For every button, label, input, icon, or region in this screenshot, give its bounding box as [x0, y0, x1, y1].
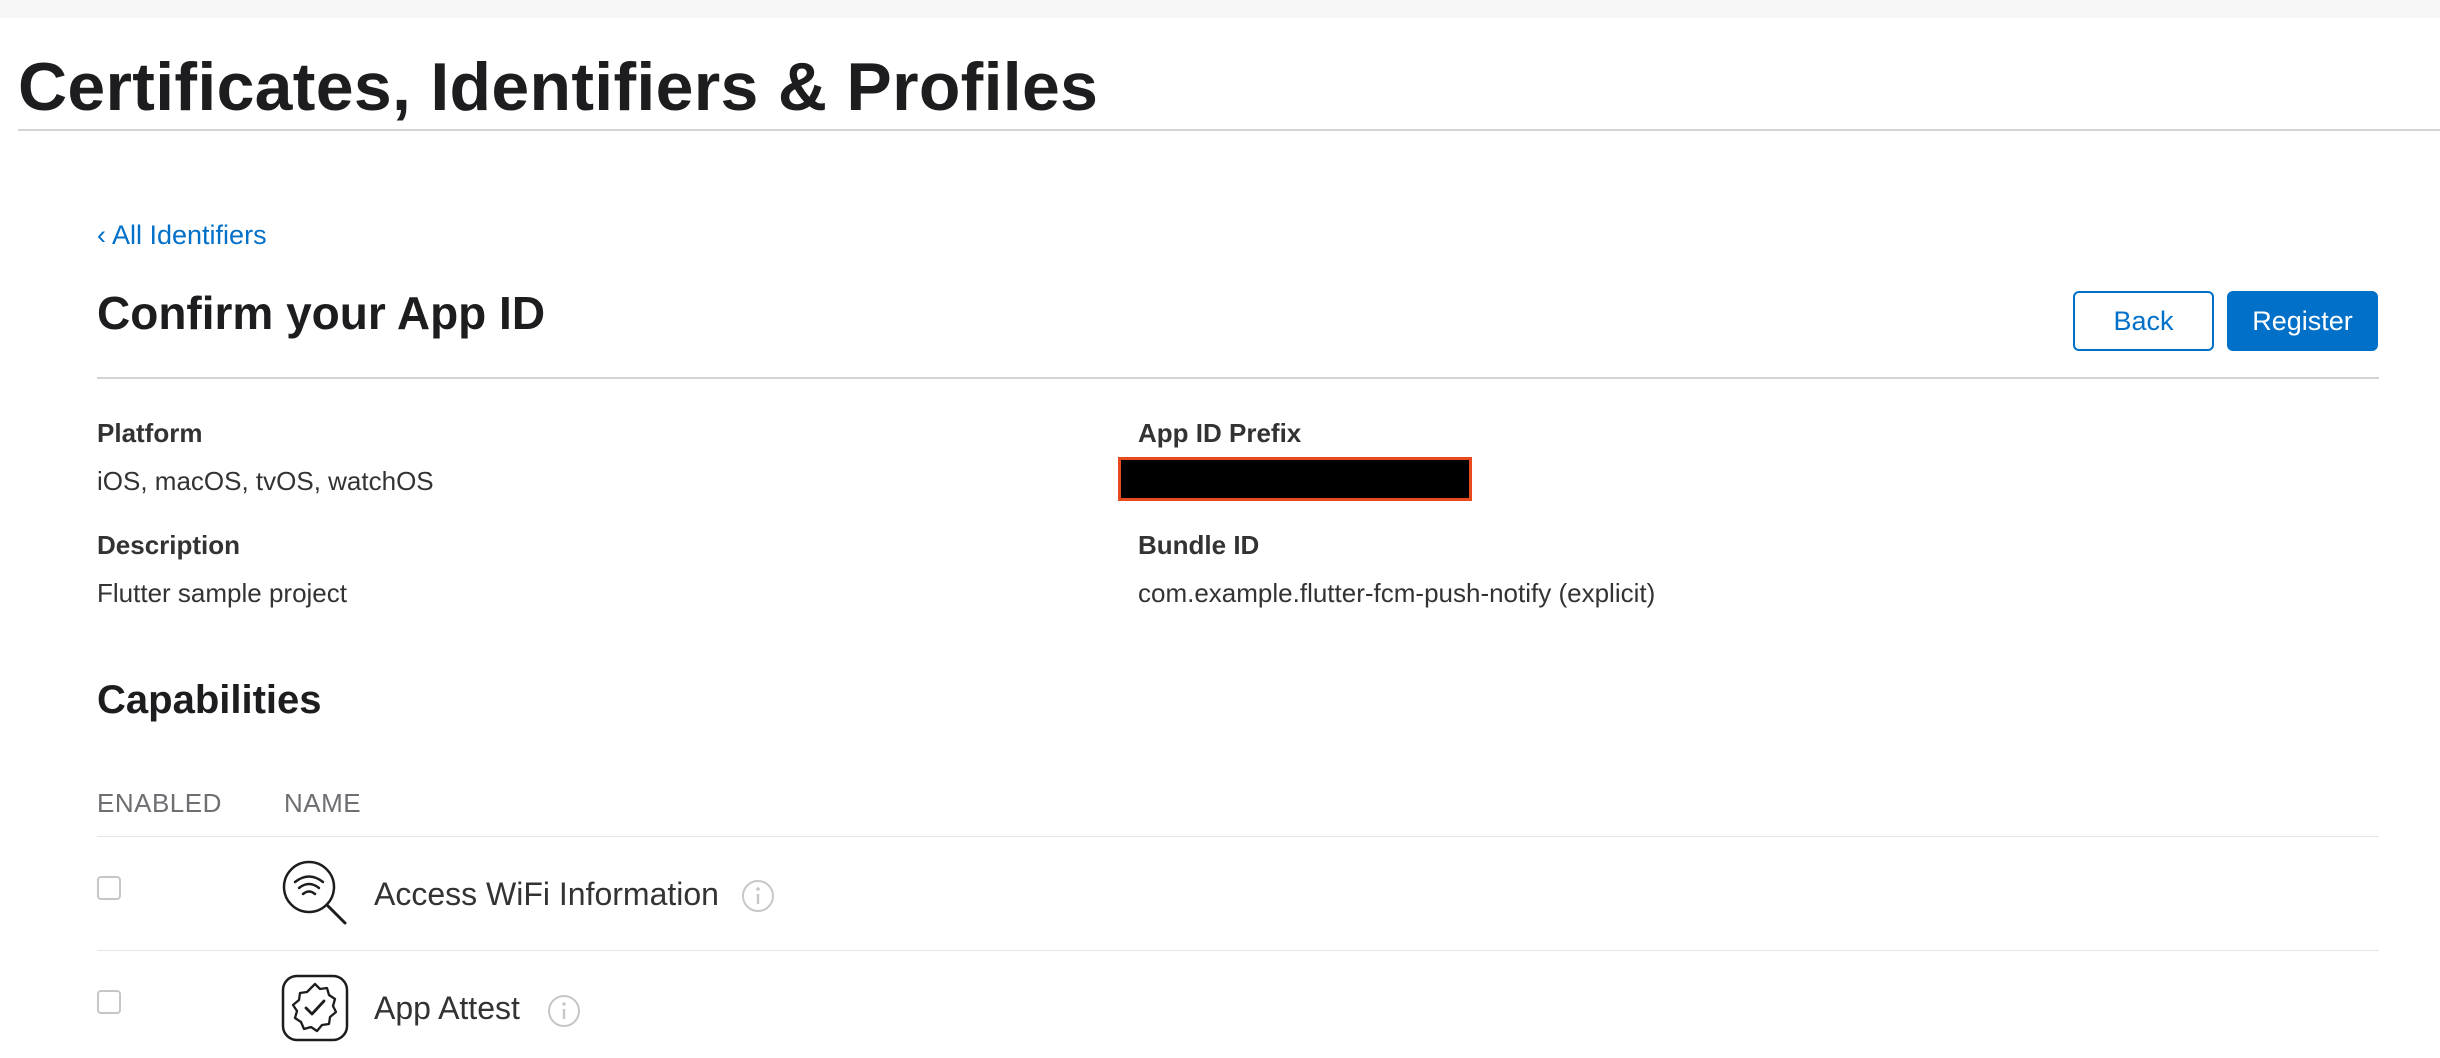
platform-value: iOS, macOS, tvOS, watchOS — [97, 466, 434, 496]
platform-label: Platform — [97, 418, 203, 448]
app-attest-checkbox[interactable] — [97, 990, 121, 1014]
info-icon[interactable] — [547, 994, 581, 1028]
enabled-column-header: ENABLED — [97, 788, 222, 818]
app-attest-name: App Attest — [374, 990, 520, 1026]
header-divider — [18, 129, 2440, 131]
section-divider — [97, 377, 2379, 379]
badge-check-icon — [281, 974, 349, 1042]
access-wifi-name: Access WiFi Information — [374, 876, 719, 912]
top-bar — [0, 0, 2440, 18]
register-button[interactable]: Register — [2227, 291, 2378, 351]
info-icon[interactable] — [741, 879, 775, 913]
chevron-left-icon: ‹ — [97, 220, 106, 250]
bundle-id-label: Bundle ID — [1138, 530, 1260, 560]
app-id-prefix-label: App ID Prefix — [1138, 418, 1302, 448]
all-identifiers-label: All Identifiers — [112, 220, 267, 250]
wifi-search-icon — [282, 860, 347, 925]
bundle-id-value: com.example.flutter-fcm-push-notify (exp… — [1138, 578, 1656, 608]
back-button[interactable]: Back — [2073, 291, 2214, 351]
page-title: Confirm your App ID — [97, 287, 546, 339]
name-column-header: NAME — [284, 788, 362, 818]
capabilities-title: Capabilities — [97, 678, 322, 722]
table-header-divider — [97, 836, 2379, 837]
app-id-prefix-redaction — [1118, 457, 1472, 501]
row-divider — [97, 950, 2379, 951]
description-value: Flutter sample project — [97, 578, 347, 608]
access-wifi-checkbox[interactable] — [97, 876, 121, 900]
all-identifiers-link[interactable]: ‹ All Identifiers — [97, 220, 267, 251]
page-header-title: Certificates, Identifiers & Profiles — [18, 49, 1099, 125]
description-label: Description — [97, 530, 241, 560]
